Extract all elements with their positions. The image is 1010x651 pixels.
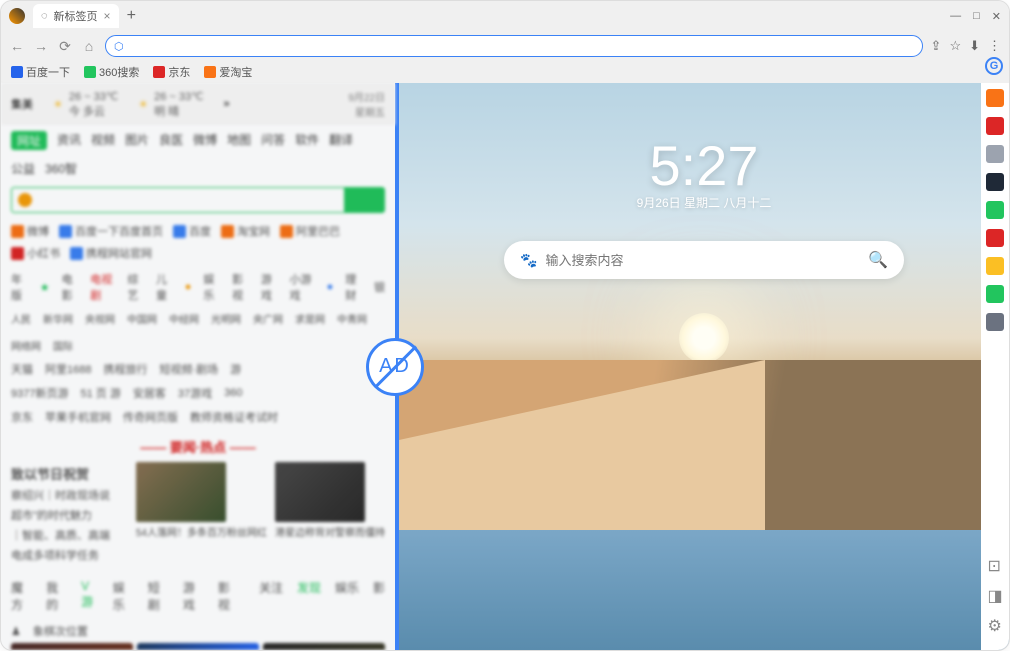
nav-item[interactable]: 软件 xyxy=(295,131,319,150)
grid-link[interactable]: 教师资格证考试时 xyxy=(190,409,278,425)
search-button[interactable] xyxy=(344,188,384,212)
nav-item[interactable]: 地图 xyxy=(227,131,251,150)
forward-button[interactable]: → xyxy=(33,38,49,54)
profile-icon[interactable] xyxy=(9,8,25,24)
grid-link[interactable]: 360 xyxy=(224,387,242,399)
download-icon[interactable]: ⬇ xyxy=(969,38,980,54)
nav-item[interactable]: 网址 xyxy=(11,131,47,150)
link-item[interactable]: 微博 xyxy=(11,223,49,239)
search-input[interactable] xyxy=(545,253,868,268)
music-icon[interactable] xyxy=(986,173,1004,191)
left-pane-portal: 集美 ☀26 ~ 33℃今 多云 ☀26 ~ 33℃明 晴 » 9月22日星期五… xyxy=(1,83,395,650)
link-item[interactable]: 阿里巴巴 xyxy=(280,223,340,239)
face-icon[interactable] xyxy=(986,257,1004,275)
grid-link[interactable]: 天猫 xyxy=(11,361,33,377)
bookmark-item[interactable]: 百度一下 xyxy=(11,64,70,80)
clock-time: 5:27 xyxy=(650,133,759,198)
coin-icon xyxy=(18,193,32,207)
new-tab-button[interactable]: + xyxy=(127,7,136,25)
link-item[interactable]: 百度一下百度首页 xyxy=(59,223,163,239)
search-icon[interactable]: 🔍 xyxy=(868,250,888,270)
link-item[interactable]: 携程网站官网 xyxy=(70,245,152,261)
wallpaper-water xyxy=(399,530,1009,650)
grid-link[interactable]: 传奇网页版 xyxy=(123,409,178,425)
maximize-button[interactable]: □ xyxy=(973,10,980,23)
right-sidebar: ⊡ ◨ ⚙ xyxy=(981,83,1009,650)
share-icon[interactable]: ⇪ xyxy=(931,38,942,54)
grid-link[interactable]: 苹果手机官网 xyxy=(45,409,111,425)
grid-link[interactable]: 短视频·剧场 xyxy=(159,361,218,377)
envelope-icon[interactable] xyxy=(986,89,1004,107)
tab-title: 新标签页 xyxy=(54,8,98,24)
minimize-button[interactable]: ― xyxy=(950,10,961,23)
gift-icon[interactable] xyxy=(986,117,1004,135)
layout-icon[interactable]: ◨ xyxy=(987,586,1002,606)
tab-favicon: ◌ xyxy=(41,10,48,22)
address-bar[interactable]: ⬡ xyxy=(105,35,923,57)
grid-link[interactable]: 携程旅行 xyxy=(103,361,147,377)
lock-icon: ⬡ xyxy=(114,40,124,53)
chess-icon: ♟ xyxy=(11,625,21,638)
game-banner[interactable] xyxy=(11,643,133,650)
portal-search[interactable] xyxy=(11,187,385,213)
game-banner[interactable] xyxy=(263,643,385,650)
home-button[interactable]: ⌂ xyxy=(81,38,97,54)
wallpaper-icon[interactable]: ⊡ xyxy=(987,556,1002,576)
clock-date: 9月26日 星期二 八月十二 xyxy=(637,194,772,211)
plus-icon[interactable] xyxy=(986,313,1004,331)
wallpaper-sun xyxy=(679,313,729,363)
sun-icon: ☀ xyxy=(53,98,63,111)
close-tab-icon[interactable]: × xyxy=(104,9,111,23)
paw-icon: 🐾 xyxy=(520,252,537,269)
close-button[interactable]: ✕ xyxy=(992,10,1001,23)
menu-icon[interactable]: ⋮ xyxy=(988,38,1001,54)
wechat-icon[interactable] xyxy=(986,201,1004,219)
bookmark-item[interactable]: 京东 xyxy=(153,64,190,80)
nav-item[interactable]: 问答 xyxy=(261,131,285,150)
grid-link[interactable]: 京东 xyxy=(11,409,33,425)
bookmarks-bar: 百度一下 360搜索京东爱淘宝 xyxy=(1,61,1009,83)
bookmark-item[interactable]: 爱淘宝 xyxy=(204,64,252,80)
link-item[interactable]: 小红书 xyxy=(11,245,60,261)
back-button[interactable]: ← xyxy=(9,38,25,54)
nav-item[interactable]: 公益 xyxy=(11,160,35,177)
grid-link[interactable]: 51 页 游 xyxy=(80,385,120,401)
nav-item[interactable]: 翻译 xyxy=(329,131,353,150)
bookmark-star-icon[interactable]: ☆ xyxy=(949,38,961,54)
newtab-search[interactable]: 🐾 🔍 xyxy=(504,241,904,279)
browser-logo-icon[interactable]: G xyxy=(985,57,1003,75)
game-banner[interactable]: 限时超越 即刻开服 xyxy=(137,643,259,650)
ad-block-badge: AD xyxy=(366,338,424,396)
news-banner: —— 要闻·热点 —— xyxy=(11,437,385,456)
grid-link[interactable]: 37游戏 xyxy=(178,385,212,401)
nav-item[interactable]: 图片 xyxy=(125,131,149,150)
people-icon[interactable] xyxy=(986,145,1004,163)
news-thumbnail[interactable] xyxy=(275,462,365,522)
expand-icon[interactable]: » xyxy=(224,98,230,110)
link-item[interactable]: 淘宝网 xyxy=(221,223,270,239)
nav-item[interactable]: 视频 xyxy=(91,131,115,150)
bookmark-item[interactable]: 360搜索 xyxy=(84,64,139,80)
nav-item[interactable]: 360智 xyxy=(45,160,77,177)
settings-icon[interactable]: ⚙ xyxy=(987,616,1002,636)
grid-link[interactable]: 阿里1688 xyxy=(45,361,91,377)
video-icon[interactable] xyxy=(986,285,1004,303)
nav-item[interactable]: 微博 xyxy=(193,131,217,150)
news-thumbnail[interactable] xyxy=(136,462,226,522)
link-item[interactable]: 百度 xyxy=(173,223,211,239)
sun-icon: ☀ xyxy=(138,98,148,111)
nav-item[interactable]: 良医 xyxy=(159,131,183,150)
browser-tab[interactable]: ◌ 新标签页 × xyxy=(33,4,119,28)
grid-link[interactable]: 9377新页游 xyxy=(11,385,68,401)
weibo-icon[interactable] xyxy=(986,229,1004,247)
location-label: 集美 xyxy=(11,96,33,112)
right-pane-newtab: 5:27 9月26日 星期二 八月十二 🐾 🔍 xyxy=(399,83,1009,650)
reload-button[interactable]: ⟳ xyxy=(57,38,73,54)
grid-link[interactable]: 游 xyxy=(230,361,241,377)
nav-item[interactable]: 资讯 xyxy=(57,131,81,150)
grid-link[interactable]: 安居客 xyxy=(133,385,166,401)
